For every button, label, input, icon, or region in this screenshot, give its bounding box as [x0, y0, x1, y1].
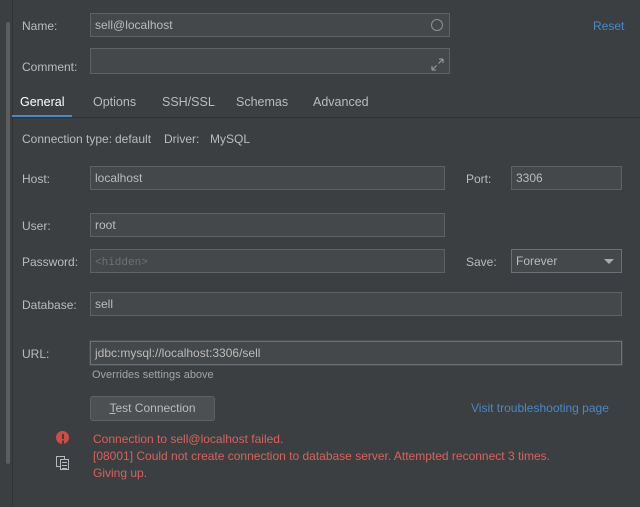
host-input-value: localhost	[95, 171, 143, 185]
error-circle-icon	[56, 431, 69, 444]
password-label: Password:	[22, 255, 79, 269]
port-input[interactable]: 3306	[511, 166, 622, 190]
tab-advanced[interactable]: Advanced	[313, 88, 369, 116]
comment-label: Comment:	[22, 60, 78, 74]
tab-options[interactable]: Options	[93, 88, 136, 116]
url-input-value: jdbc:mysql://localhost:3306/sell	[95, 346, 261, 360]
user-input-value: root	[95, 218, 116, 232]
url-hint: Overrides settings above	[92, 369, 214, 381]
tab-schemas[interactable]: Schemas	[236, 88, 288, 116]
save-label: Save:	[466, 255, 497, 269]
save-dropdown[interactable]: Forever	[511, 249, 622, 273]
password-input[interactable]: <hidden>	[90, 249, 445, 273]
host-label: Host:	[22, 172, 51, 186]
comment-input[interactable]	[90, 48, 450, 74]
test-connection-label: est Connection	[115, 401, 196, 415]
database-input[interactable]: sell	[90, 292, 622, 316]
tab-ssh-ssl[interactable]: SSH/SSL	[162, 88, 215, 116]
name-input-value: sell@localhost	[95, 18, 173, 32]
user-label: User:	[22, 219, 51, 233]
tab-baseline	[12, 117, 640, 118]
password-placeholder: <hidden>	[95, 257, 148, 269]
tab-active-underline	[12, 115, 73, 117]
url-input[interactable]: jdbc:mysql://localhost:3306/sell	[90, 341, 622, 365]
url-label: URL:	[22, 347, 50, 361]
connection-settings-dialog: Name: sell@localhost Reset Comment: Gene…	[0, 0, 640, 507]
tab-bar[interactable]: General Options SSH/SSL Schemas Advanced	[12, 88, 640, 118]
tab-general[interactable]: General	[12, 88, 73, 117]
name-label: Name:	[22, 19, 58, 33]
tab-schemas-label: Schemas	[236, 95, 289, 109]
tab-ssh-ssl-label: SSH/SSL	[162, 95, 215, 109]
visit-troubleshooting-link[interactable]: Visit troubleshooting page	[471, 401, 609, 415]
tab-advanced-label: Advanced	[313, 95, 369, 109]
driver-label: Driver:	[164, 132, 200, 146]
port-input-value: 3306	[516, 171, 543, 185]
connection-type-label: Connection type:	[22, 132, 113, 146]
error-line-2: [08001] Could not create connection to d…	[93, 449, 550, 463]
copy-icon-line-2	[62, 465, 67, 466]
test-connection-button[interactable]: Test Connection	[90, 396, 215, 421]
save-dropdown-value: Forever	[516, 254, 558, 268]
tab-options-label: Options	[93, 95, 137, 109]
port-label: Port:	[466, 172, 492, 186]
chevron-down-icon[interactable]	[604, 259, 614, 264]
host-input[interactable]: localhost	[90, 166, 445, 190]
expand-arrow-icon[interactable]	[431, 58, 444, 71]
connection-type-value[interactable]: default	[115, 132, 151, 146]
name-input[interactable]: sell@localhost	[90, 13, 450, 37]
error-line-3: Giving up.	[93, 466, 148, 480]
copy-icon-line-3	[62, 468, 67, 469]
vertical-scrollbar[interactable]	[0, 0, 13, 507]
copy-icon[interactable]	[56, 456, 70, 470]
user-input[interactable]: root	[90, 213, 445, 237]
error-line-1: Connection to sell@localhost failed.	[93, 432, 284, 446]
driver-value[interactable]: MySQL	[210, 132, 250, 146]
tab-general-label: General	[20, 95, 65, 109]
database-label: Database:	[22, 298, 77, 312]
database-input-value: sell	[95, 297, 114, 311]
scrollbar-thumb[interactable]	[6, 22, 10, 464]
copy-icon-line-1	[62, 462, 67, 463]
circle-icon[interactable]	[431, 19, 443, 31]
reset-link[interactable]: Reset	[593, 19, 624, 33]
